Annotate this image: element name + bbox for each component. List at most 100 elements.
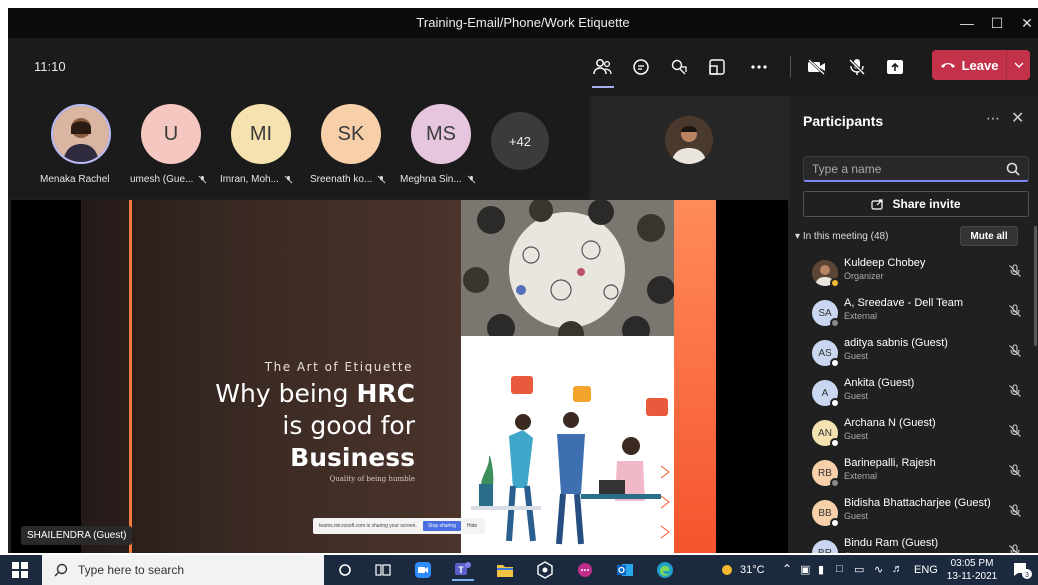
hide-banner-button[interactable]: Hide xyxy=(467,523,477,529)
presentation-slide: The Art of Etiquette Why being HRC is go… xyxy=(81,200,716,553)
windows-start-icon[interactable] xyxy=(12,562,28,583)
slide-accent-line xyxy=(129,200,132,553)
camera-off-icon[interactable] xyxy=(802,52,832,82)
panel-scrollbar[interactable] xyxy=(1034,226,1037,346)
mute-all-button[interactable]: Mute all xyxy=(960,226,1018,246)
in-meeting-label: In this meeting (48) xyxy=(802,231,889,242)
mic-tray-icon[interactable]: ▮ xyxy=(818,563,824,576)
mic-off-icon xyxy=(377,175,386,184)
leave-label: Leave xyxy=(961,57,999,73)
participants-panel: Participants ⋯ ✕ Share invite ▾ In this … xyxy=(790,96,1038,553)
tile-name: Menaka Rachel xyxy=(40,174,110,185)
gallery-tile[interactable]: MS Meghna Sin... xyxy=(396,96,486,198)
clock-time: 03:05 PM xyxy=(950,558,994,569)
participant-name: Ankita (Guest) xyxy=(844,377,915,389)
outlook-app-icon[interactable] xyxy=(614,559,636,581)
task-view-icon[interactable] xyxy=(372,559,394,581)
reactions-icon[interactable] xyxy=(664,52,694,82)
meeting-timer: 11:10 xyxy=(34,59,66,74)
tile-name: Sreenath ko... xyxy=(310,174,396,185)
close-icon[interactable]: ✕ xyxy=(1010,8,1038,38)
panel-more-icon[interactable]: ⋯ xyxy=(986,110,1000,127)
slide-title-line1-bold: HRC xyxy=(356,379,415,408)
participant-item[interactable]: SA A, Sreedave - Dell Team External xyxy=(790,294,1038,334)
participant-item[interactable]: A Ankita (Guest) Guest xyxy=(790,374,1038,414)
maximize-icon[interactable]: ☐ xyxy=(980,8,1014,38)
participant-role: Guest xyxy=(844,511,869,521)
sharing-banner: teams.microsoft.com is sharing your scre… xyxy=(313,518,485,534)
participant-search[interactable] xyxy=(803,156,1029,182)
taskbar-clock[interactable]: 03:05 PM 13-11-2021 xyxy=(942,557,1002,583)
share-content-icon[interactable] xyxy=(880,52,910,82)
gallery-tile[interactable]: U umesh (Gue... xyxy=(126,96,216,198)
tile-name: Imran, Moh... xyxy=(220,174,306,185)
slide-accent-panel xyxy=(674,200,716,553)
participant-item[interactable]: BR Bindu Ram (Guest) Guest xyxy=(790,534,1038,553)
participant-item[interactable]: Kuldeep Chobey Organizer xyxy=(790,254,1038,294)
meet-now-icon[interactable]: □ xyxy=(836,563,843,575)
mic-off-icon xyxy=(1009,384,1021,397)
stop-sharing-button[interactable]: Stop sharing xyxy=(422,521,461,531)
in-meeting-section[interactable]: ▾ In this meeting (48) xyxy=(795,231,888,242)
mic-off-icon xyxy=(1009,264,1021,277)
participant-item[interactable]: AN Archana N (Guest) Guest xyxy=(790,414,1038,454)
tile-name-text: umesh (Gue... xyxy=(130,174,194,185)
participant-gallery: Menaka Rachel U umesh (Gue... MI Imran, … xyxy=(8,96,588,198)
teams-app-icon[interactable]: T xyxy=(452,559,474,581)
avatar xyxy=(51,104,111,164)
more-actions-icon[interactable] xyxy=(744,52,774,82)
participant-search-input[interactable] xyxy=(812,160,1002,178)
share-invite-button[interactable]: Share invite xyxy=(803,191,1029,217)
gallery-tile[interactable]: Menaka Rachel xyxy=(36,96,126,198)
participant-role: Guest xyxy=(844,391,869,401)
search-icon xyxy=(54,563,68,577)
participants-icon[interactable] xyxy=(588,52,618,88)
presenter-name-tag: SHAILENDRA (Guest) xyxy=(21,526,133,545)
security-app-icon[interactable] xyxy=(534,559,556,581)
participant-item[interactable]: AS aditya sabnis (Guest) Guest xyxy=(790,334,1038,374)
self-video-tile[interactable] xyxy=(591,96,791,206)
rooms-icon[interactable] xyxy=(702,52,732,82)
participant-role: Guest xyxy=(844,351,869,361)
participant-role: Guest xyxy=(844,431,869,441)
tile-name-text: Sreenath ko... xyxy=(310,174,373,185)
temperature: 31°C xyxy=(740,564,765,576)
mic-off-icon xyxy=(198,175,207,184)
chat-app-icon[interactable] xyxy=(574,559,596,581)
slide-title-line3: Business xyxy=(215,442,415,474)
minimize-icon[interactable]: — xyxy=(950,8,984,38)
weather-icon[interactable] xyxy=(716,559,738,581)
taskbar-search[interactable]: Type here to search xyxy=(42,555,324,585)
edge-browser-icon[interactable] xyxy=(654,559,676,581)
battery-icon[interactable]: ▭ xyxy=(854,563,864,576)
panel-title: Participants xyxy=(803,113,884,129)
participant-item[interactable]: BB Bidisha Bhattacharjee (Guest) Guest xyxy=(790,494,1038,534)
phone-hangup-icon xyxy=(940,63,955,68)
participant-item[interactable]: RB Barinepalli, Rajesh External xyxy=(790,454,1038,494)
gallery-tile[interactable]: MI Imran, Moh... xyxy=(216,96,306,198)
tray-chevron-up-icon[interactable]: ⌃ xyxy=(782,562,792,576)
notification-center-icon[interactable]: 3 xyxy=(1012,561,1032,584)
slide-meeting-photo xyxy=(461,200,674,336)
cortana-icon[interactable] xyxy=(334,559,356,581)
wifi-icon[interactable]: ∿ xyxy=(874,563,883,576)
volume-icon[interactable]: ♬ xyxy=(892,563,903,575)
more-participants-button[interactable]: +42 xyxy=(491,112,549,170)
tile-name-text: Imran, Moh... xyxy=(220,174,279,185)
zoom-app-icon[interactable] xyxy=(412,559,434,581)
gallery-tile[interactable]: SK Sreenath ko... xyxy=(306,96,396,198)
chat-icon[interactable] xyxy=(626,52,656,82)
leave-options-chevron-icon[interactable] xyxy=(1006,50,1030,80)
mic-off-icon[interactable] xyxy=(842,52,872,82)
search-icon[interactable] xyxy=(1006,162,1020,176)
leave-button[interactable]: Leave xyxy=(932,50,1006,80)
presence-badge xyxy=(830,438,840,448)
tray-app-icon[interactable]: ▣ xyxy=(800,563,810,576)
panel-close-icon[interactable]: ✕ xyxy=(1011,108,1024,128)
language-indicator[interactable]: ENG xyxy=(914,564,938,576)
file-explorer-icon[interactable] xyxy=(494,559,516,581)
shared-screen-stage: The Art of Etiquette Why being HRC is go… xyxy=(11,200,788,553)
slide-kicker: The Art of Etiquette xyxy=(264,360,413,374)
slide-title: Why being HRC is good for Business xyxy=(215,378,415,474)
slide-title-line3-bold: Business xyxy=(290,443,415,472)
